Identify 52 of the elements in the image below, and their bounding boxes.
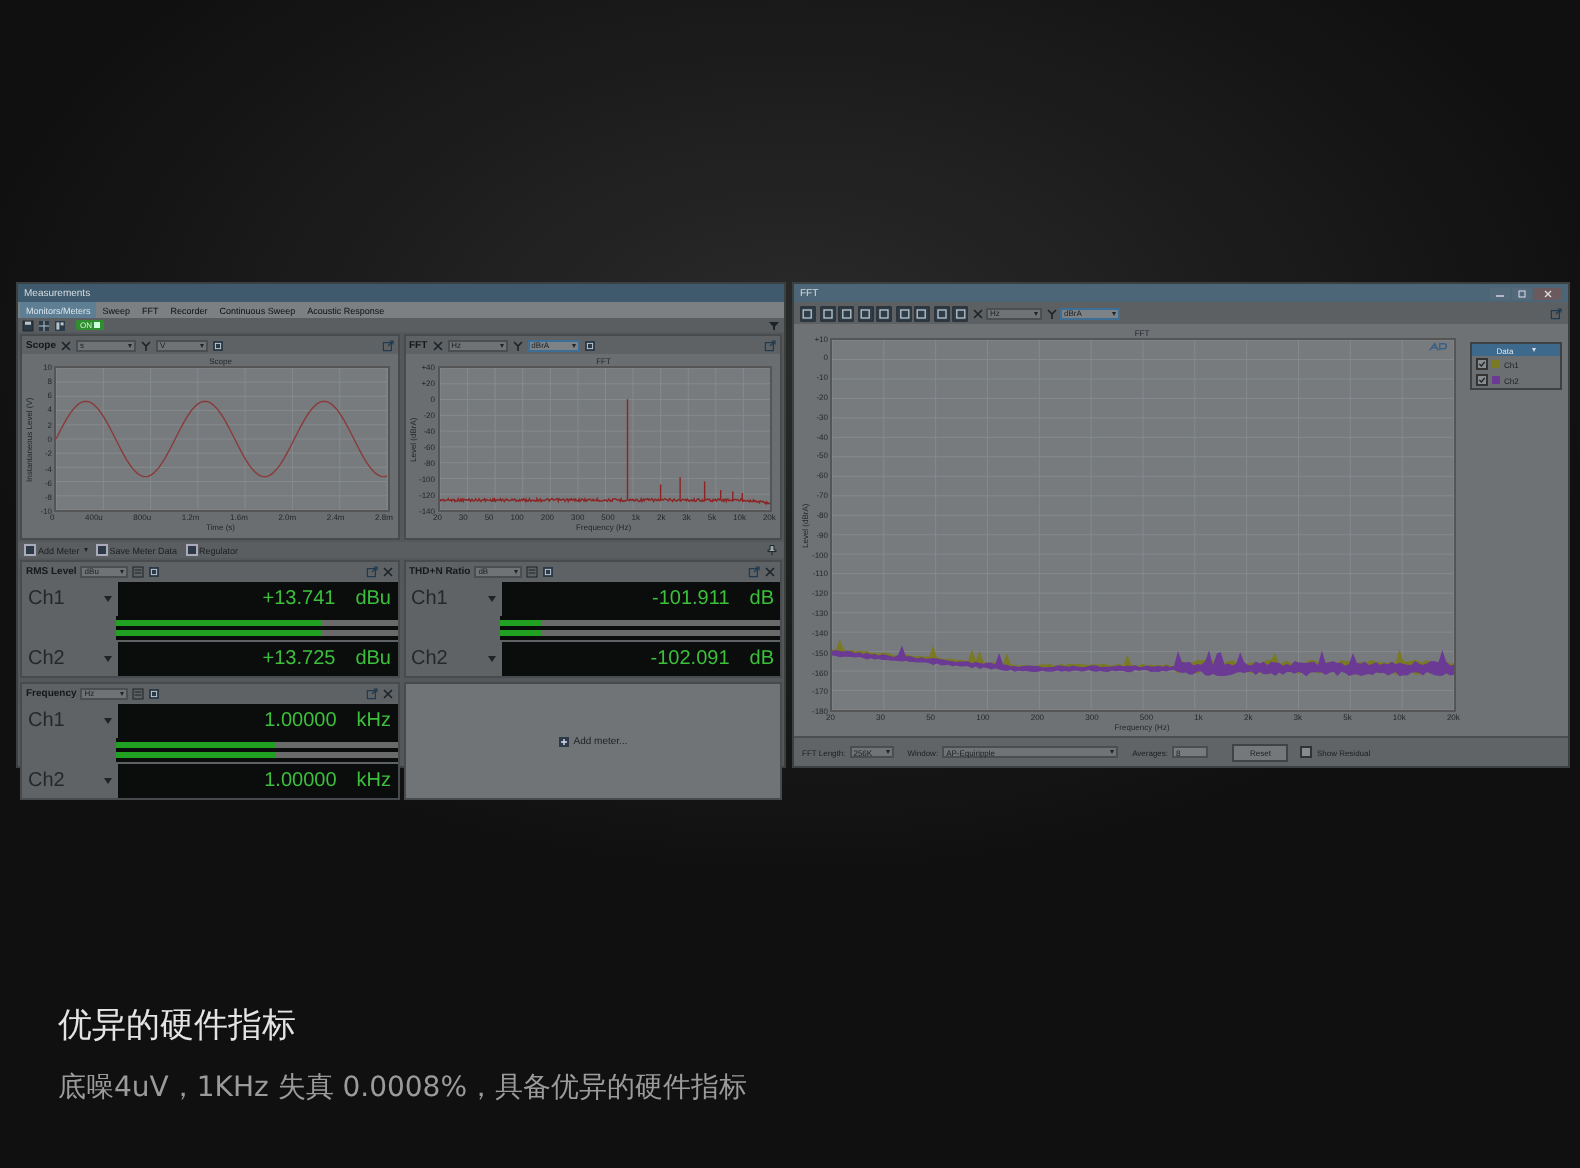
grid-icon[interactable] — [38, 319, 50, 331]
meter-reading: -102.091 — [650, 647, 730, 669]
meter-unit: dBu — [355, 647, 391, 669]
x-axis-icon — [431, 339, 444, 351]
meter-reading: 1.00000 — [264, 709, 337, 731]
meter-unit: kHz — [356, 709, 391, 731]
channel-label: Ch2 — [409, 647, 450, 669]
meter-unit: dBu — [355, 587, 391, 609]
close-icon[interactable] — [764, 565, 776, 577]
caret-icon[interactable] — [104, 655, 112, 661]
channel-label: Ch1 — [26, 587, 67, 609]
x-axis-icon — [60, 339, 73, 351]
x-axis-icon — [971, 307, 983, 319]
plus-icon — [557, 735, 570, 747]
meter-unit: dB — [749, 647, 774, 669]
channel-label: Ch2 — [26, 647, 67, 669]
caret-icon[interactable] — [104, 717, 112, 723]
checkbox[interactable] — [1476, 374, 1488, 386]
meter-reading: -101.911 — [652, 587, 730, 609]
y-axis-icon — [1045, 307, 1057, 319]
fit-icon[interactable] — [542, 565, 555, 577]
close-icon[interactable] — [1534, 287, 1562, 299]
fit-icon[interactable] — [148, 565, 161, 577]
meter-reading: +13.741 — [262, 587, 336, 609]
y-axis-icon — [140, 339, 153, 351]
channel-label: Ch2 — [26, 769, 67, 791]
caret-icon[interactable] — [104, 777, 112, 783]
close-icon[interactable] — [381, 687, 393, 699]
caption-title: 优异的硬件指标 — [58, 1004, 298, 1048]
fit-icon[interactable] — [583, 339, 596, 351]
meter-reading: +13.725 — [262, 647, 336, 669]
fit-icon[interactable] — [212, 339, 225, 351]
channel-label: Ch1 — [409, 587, 450, 609]
save-icon[interactable] — [22, 319, 34, 331]
close-icon[interactable] — [381, 565, 393, 577]
checkbox[interactable] — [1476, 358, 1488, 370]
meter-unit: kHz — [356, 769, 391, 791]
meter-reading: 1.00000 — [264, 769, 337, 791]
checkbox[interactable] — [1300, 746, 1313, 758]
meter-unit: dB — [749, 587, 774, 609]
caret-icon[interactable] — [487, 595, 495, 601]
caret-icon[interactable] — [487, 655, 495, 661]
minimize-icon[interactable] — [1490, 287, 1510, 299]
channel-label: Ch1 — [26, 709, 67, 731]
caption-text: 底噪4uV，1KHz 失真 0.0008%，具备优异的硬件指标 — [58, 1070, 750, 1106]
logo-icon — [1428, 342, 1448, 352]
caret-icon[interactable] — [104, 595, 112, 601]
pin-icon[interactable] — [766, 544, 778, 556]
fit-icon[interactable] — [148, 687, 161, 699]
y-axis-icon — [511, 339, 524, 351]
maximize-icon[interactable] — [1512, 287, 1532, 299]
layout-icon[interactable] — [54, 319, 66, 331]
